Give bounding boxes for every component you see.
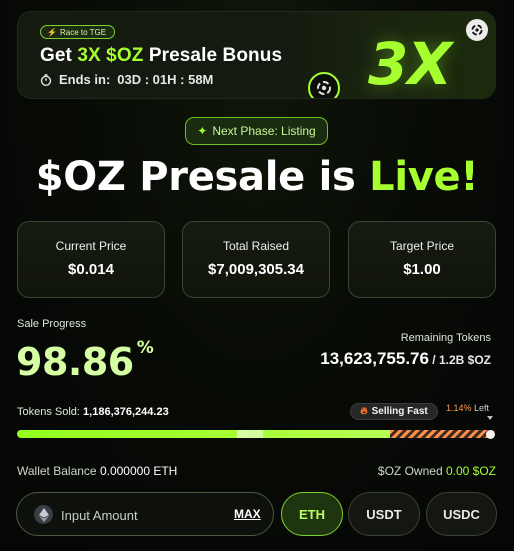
max-button[interactable]: MAX <box>234 507 261 521</box>
promo-banner[interactable]: ⚡ Race to TGE Get 3X $OZ Presale Bonus E… <box>17 11 496 99</box>
eth-icon <box>34 505 53 524</box>
remaining-tokens-value: 13,623,755.76 / 1.2B $OZ <box>320 349 491 369</box>
remaining-percent: 1.14% Left <box>446 403 489 413</box>
marker-triangle-icon <box>487 416 493 420</box>
ends-label: Ends in: <box>59 72 111 87</box>
bolt-icon: ⚡ <box>47 27 57 37</box>
wallet-balance-value: 0.000000 ETH <box>99 464 178 478</box>
oz-owned-value: 0.00 $OZ <box>445 464 496 478</box>
oz-owned: $OZ Owned 0.00 $OZ <box>378 464 496 478</box>
banner-title-suffix: Presale Bonus <box>143 45 283 66</box>
progress-bar <box>17 430 495 438</box>
current-price-card: Current Price $0.014 <box>17 221 165 298</box>
amount-input[interactable] <box>61 505 221 525</box>
page-title-main: $OZ Presale is <box>35 154 370 200</box>
sale-progress-value: 98.86 <box>16 340 134 384</box>
target-price-card: Target Price $1.00 <box>348 221 496 298</box>
selling-fast-badge: 🔥︎ Selling Fast <box>350 403 438 420</box>
banner-title: Get 3X $OZ Presale Bonus <box>40 45 282 67</box>
race-badge-label: Race to TGE <box>59 27 107 37</box>
tokens-sold-value: 1,186,376,244.23 <box>83 406 169 418</box>
target-price-label: Target Price <box>389 239 455 253</box>
percent-sign: % <box>136 338 154 359</box>
oz-coin-icon <box>466 19 488 41</box>
countdown-value: 03D : 01H : 58M <box>117 72 214 87</box>
countdown: Ends in: 03D : 01H : 58M <box>40 72 213 87</box>
remaining-tokens-total: / 1.2B $OZ <box>428 353 491 367</box>
wallet-balance-label: Wallet Balance <box>17 464 97 478</box>
progress-bar-shine <box>236 430 264 438</box>
remaining-percent-value: 1.14% <box>446 403 472 413</box>
current-price-value: $0.014 <box>68 261 114 278</box>
token-usdt-button[interactable]: USDT <box>348 492 420 536</box>
target-price-value: $1.00 <box>403 261 441 278</box>
amount-input-box[interactable]: MAX <box>16 492 274 536</box>
progress-bar-fill <box>17 430 390 438</box>
tokens-sold-label: Tokens Sold: <box>17 406 80 418</box>
timer-icon <box>40 73 52 86</box>
remaining-tokens-amount: 13,623,755.76 <box>320 349 429 368</box>
wallet-balance: Wallet Balance 0.000000 ETH <box>17 464 177 478</box>
next-phase-label: Next Phase: Listing <box>212 124 316 138</box>
sale-progress-percent: 98.86% <box>16 338 154 384</box>
token-usdc-button[interactable]: USDC <box>426 492 497 536</box>
remaining-tokens-label: Remaining Tokens <box>400 332 491 344</box>
banner-3x-graphic: 3X <box>368 30 452 98</box>
sparkle-icon: ✦ <box>197 124 208 138</box>
oz-logo-icon <box>308 72 340 98</box>
sale-progress-label: Sale Progress <box>17 318 87 330</box>
race-badge: ⚡ Race to TGE <box>40 25 116 39</box>
page-title: $OZ Presale is Live! <box>0 154 514 200</box>
page-title-live: Live! <box>369 154 479 200</box>
banner-title-accent: 3X $OZ <box>77 45 144 66</box>
remaining-percent-word: Left <box>474 403 490 413</box>
banner-title-prefix: Get <box>40 45 78 66</box>
next-phase-pill: ✦ Next Phase: Listing <box>185 117 328 145</box>
token-eth-button[interactable]: ETH <box>281 492 343 536</box>
total-raised-value: $7,009,305.34 <box>208 261 304 278</box>
current-price-label: Current Price <box>55 239 127 253</box>
progress-bar-end-knob <box>486 430 495 439</box>
tokens-sold: Tokens Sold: 1,186,376,244.23 <box>17 406 169 418</box>
total-raised-card: Total Raised $7,009,305.34 <box>182 221 330 298</box>
fire-icon: 🔥︎ <box>360 406 368 417</box>
oz-owned-label: $OZ Owned <box>377 464 443 478</box>
selling-fast-label: Selling Fast <box>371 406 428 417</box>
total-raised-label: Total Raised <box>222 239 290 253</box>
